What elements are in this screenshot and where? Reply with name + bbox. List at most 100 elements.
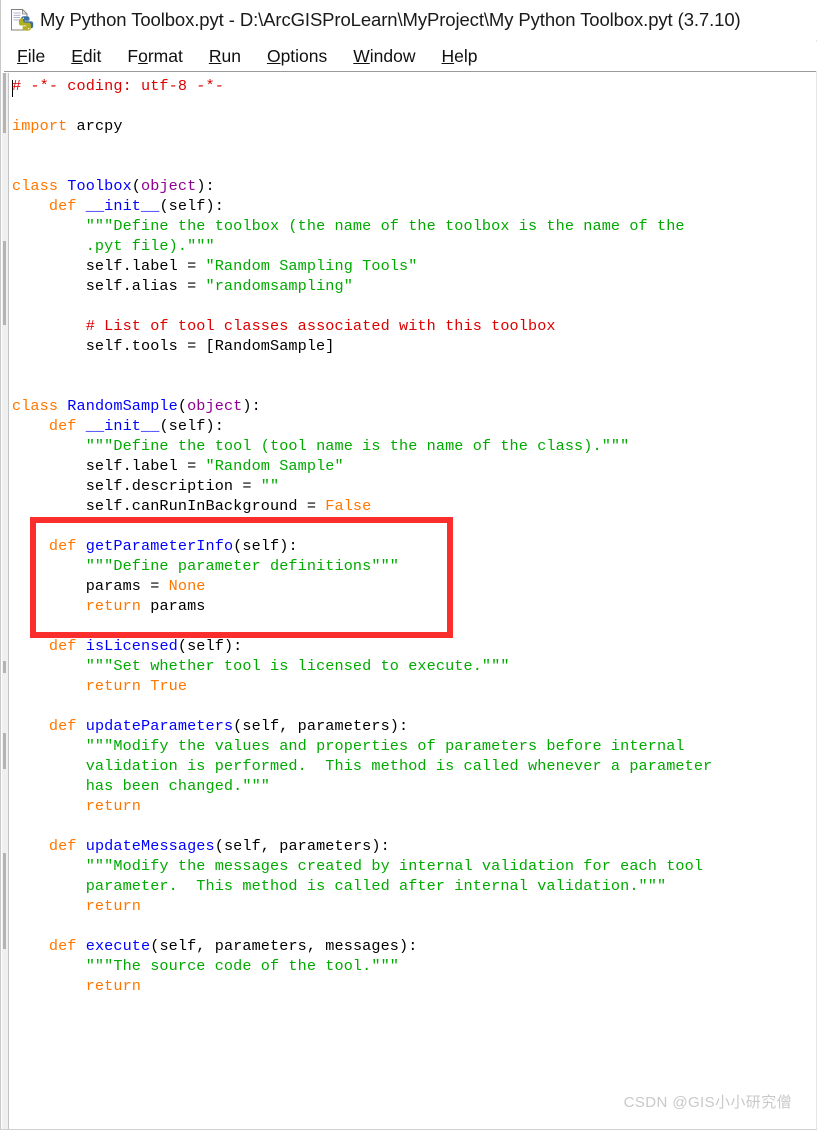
code-token: return bbox=[85, 897, 142, 915]
code-token: "Random Sample" bbox=[205, 457, 344, 475]
title-bar: My Python Toolbox.pyt - D:\ArcGISProLear… bbox=[1, 0, 817, 40]
code-token: True bbox=[150, 677, 188, 695]
idle-editor-window: My Python Toolbox.pyt - D:\ArcGISProLear… bbox=[0, 0, 817, 1130]
code-token: self.alias = bbox=[12, 277, 206, 295]
code-token: (self): bbox=[159, 417, 224, 435]
code-token: return bbox=[85, 677, 142, 695]
code-token: self.label = bbox=[12, 457, 206, 475]
code-token: isLicensed bbox=[85, 637, 178, 655]
code-token: class bbox=[12, 177, 59, 195]
code-line: """Define the tool (tool name is the nam… bbox=[12, 436, 817, 456]
code-token: __init__ bbox=[85, 197, 160, 215]
menu-bar: File Edit Format Run Options Window Help bbox=[1, 42, 817, 71]
code-token: object bbox=[187, 397, 243, 415]
code-token: return bbox=[85, 977, 142, 995]
menu-window[interactable]: Window bbox=[353, 46, 415, 67]
code-token: (self, parameters, messages): bbox=[150, 937, 418, 955]
code-token: """Modify the messages created by intern… bbox=[85, 857, 704, 875]
code-token: """Set whether tool is licensed to execu… bbox=[85, 657, 510, 675]
code-token: updateMessages bbox=[85, 837, 215, 855]
code-token: return bbox=[85, 797, 142, 815]
code-line: return True bbox=[12, 676, 817, 696]
code-token: "" bbox=[260, 477, 280, 495]
code-line: has been changed.""" bbox=[12, 776, 817, 796]
code-token: (self): bbox=[159, 197, 224, 215]
code-line: class Toolbox(object): bbox=[12, 176, 817, 196]
code-token: def bbox=[48, 937, 77, 955]
code-token: return bbox=[85, 597, 142, 615]
left-gutter-strip[interactable] bbox=[2, 73, 9, 1129]
code-token: getParameterInfo bbox=[85, 537, 234, 555]
code-token: ( bbox=[177, 397, 188, 415]
code-token: parameter. This method is called after i… bbox=[85, 877, 667, 895]
code-line: self.tools = [RandomSample] bbox=[12, 336, 817, 356]
code-token: (self): bbox=[177, 637, 243, 655]
code-line: """Define parameter definitions""" bbox=[12, 556, 817, 576]
gutter-mark bbox=[3, 661, 6, 673]
menu-file[interactable]: File bbox=[17, 46, 45, 67]
code-line: def updateMessages(self, parameters): bbox=[12, 836, 817, 856]
code-token: "randomsampling" bbox=[205, 277, 353, 295]
code-token: self.description = bbox=[12, 477, 261, 495]
code-token: class bbox=[12, 397, 59, 415]
code-token: execute bbox=[85, 937, 151, 955]
code-line: import arcpy bbox=[12, 116, 817, 136]
code-token: self.canRunInBackground = bbox=[12, 497, 326, 515]
code-line: # List of tool classes associated with t… bbox=[12, 316, 817, 336]
code-token: self.tools = [RandomSample] bbox=[12, 337, 335, 355]
code-token: def bbox=[48, 837, 77, 855]
code-token: """Define parameter definitions""" bbox=[85, 557, 399, 575]
code-line: def __init__(self): bbox=[12, 196, 817, 216]
menu-options[interactable]: Options bbox=[267, 46, 327, 67]
menu-edit[interactable]: Edit bbox=[71, 46, 101, 67]
code-token: (self, parameters): bbox=[233, 717, 409, 735]
code-line: def __init__(self): bbox=[12, 416, 817, 436]
code-token: __init__ bbox=[85, 417, 160, 435]
code-token: None bbox=[168, 577, 206, 595]
menu-format[interactable]: Format bbox=[127, 46, 182, 67]
code-token: def bbox=[48, 717, 77, 735]
code-line: parameter. This method is called after i… bbox=[12, 876, 817, 896]
code-token: (self): bbox=[233, 537, 298, 555]
code-token: """Define the tool (tool name is the nam… bbox=[85, 437, 630, 455]
code-line: """The source code of the tool.""" bbox=[12, 956, 817, 976]
menu-run[interactable]: Run bbox=[209, 46, 241, 67]
code-editor-text[interactable]: # -*- coding: utf-8 -*- import arcpy cla… bbox=[12, 76, 817, 996]
code-token: """Modify the values and properties of p… bbox=[85, 737, 685, 755]
menu-help[interactable]: Help bbox=[442, 46, 478, 67]
python-file-icon bbox=[8, 7, 34, 33]
code-token: params bbox=[141, 597, 206, 615]
code-line: return bbox=[12, 896, 817, 916]
code-token: self.label = bbox=[12, 257, 206, 275]
code-token: (self, parameters): bbox=[214, 837, 390, 855]
